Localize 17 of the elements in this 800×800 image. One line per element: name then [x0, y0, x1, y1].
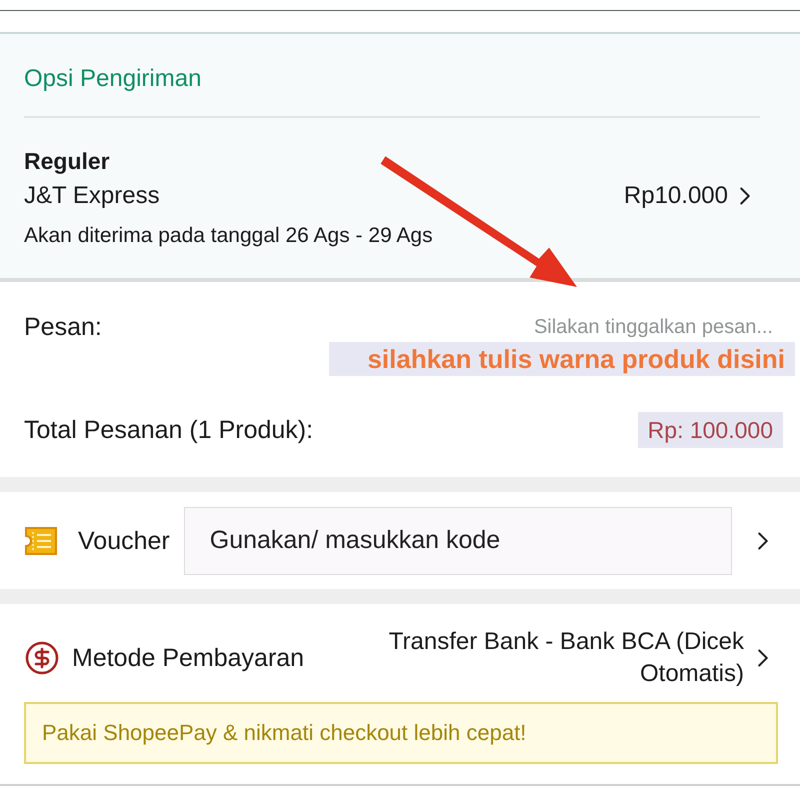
section-title: Opsi Pengiriman	[24, 65, 202, 93]
order-total-label: Total Pesanan (1 Produk):	[24, 415, 314, 445]
shipping-price: Rp10.000	[624, 181, 728, 211]
voucher-label: Voucher	[78, 526, 170, 556]
voucher-code-field[interactable]: Gunakan/ masukkan kode	[184, 506, 732, 574]
courier-name: J&T Express	[24, 181, 160, 211]
dollar-icon	[24, 640, 60, 676]
message-label: Pesan:	[24, 312, 102, 342]
ticket-icon	[24, 526, 58, 556]
shipping-service: Reguler	[24, 147, 110, 175]
promo-banner: Pakai ShopeePay & nikmati checkout lebih cepat!	[24, 702, 778, 764]
delivery-estimate: Akan diterima pada tanggal 26 Ags - 29 Ags	[24, 223, 433, 249]
annotation-note: silahkan tulis warna produk disini	[329, 342, 795, 376]
payment-method-label: Metode Pembayaran	[72, 643, 304, 673]
order-total-amount: Rp: 100.000	[638, 412, 783, 448]
message-field[interactable]: Silakan tinggalkan pesan...	[473, 313, 773, 341]
payment-method-value: Transfer Bank - Bank BCA (Dicek Otomatis)	[388, 627, 744, 689]
